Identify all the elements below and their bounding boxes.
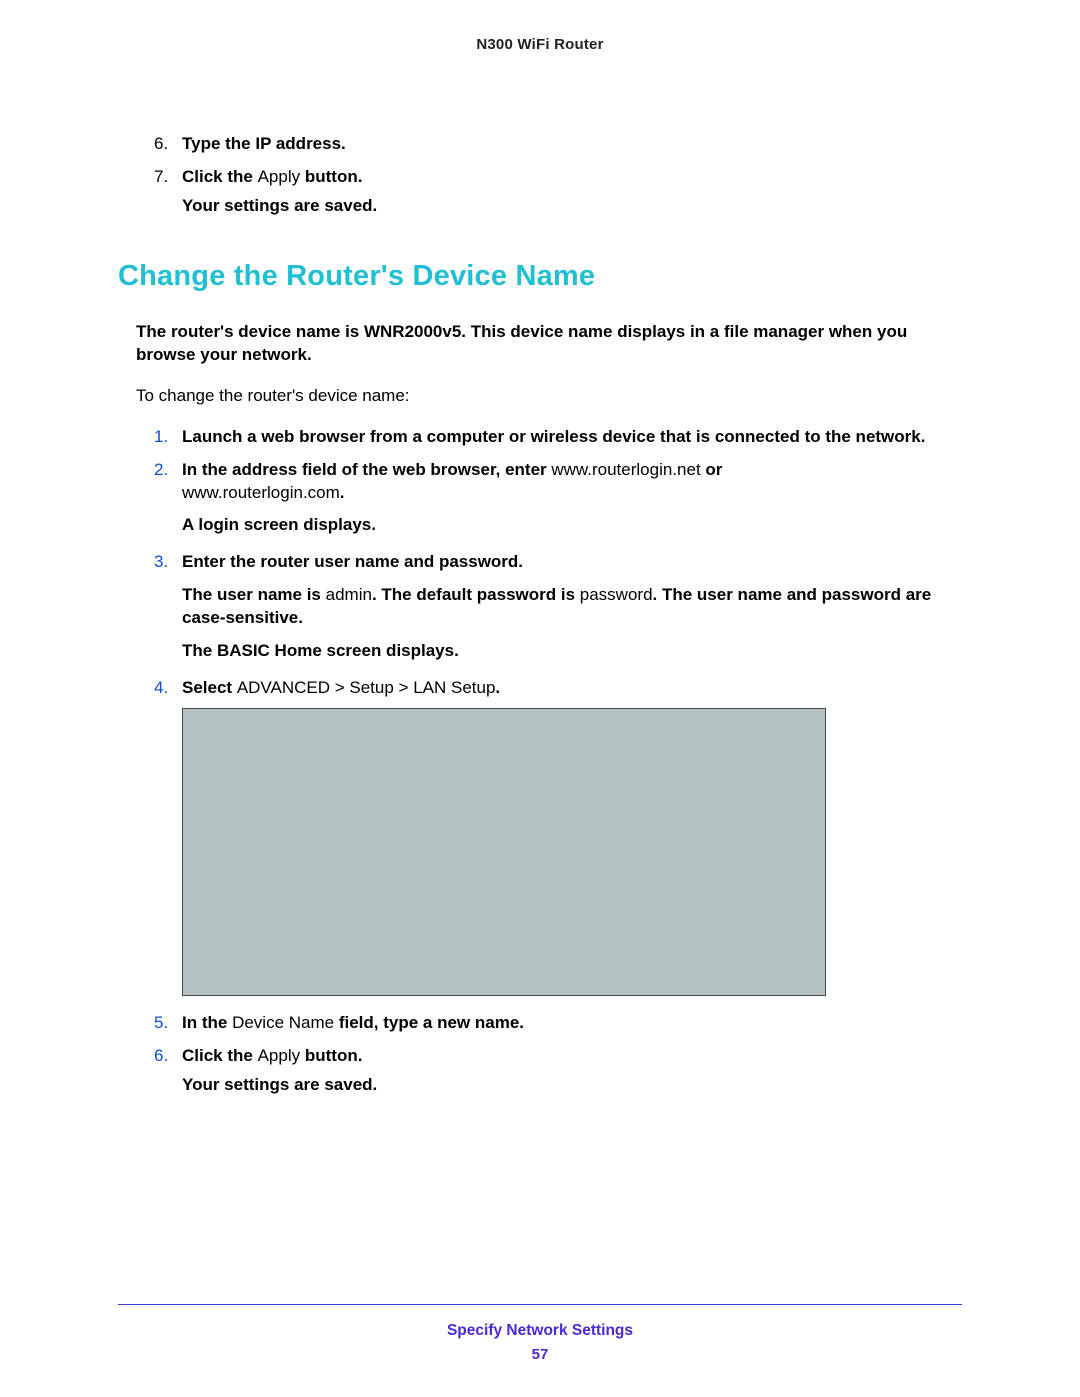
step-text: In the address field of the web browser,… [182, 459, 962, 505]
section-lead: To change the router's device name: [136, 385, 962, 408]
section-intro: The router's device name is WNR2000v5. T… [136, 321, 962, 367]
step-1: 1. Launch a web browser from a computer … [154, 426, 962, 455]
step-number: 6. [154, 1045, 182, 1103]
page-header-product: N300 WiFi Router [118, 36, 962, 53]
continued-step-list: 6. Type the IP address. 7. Click the App… [154, 133, 962, 224]
step-6-top: 6. Type the IP address. [154, 133, 962, 162]
step-number: 7. [154, 166, 182, 224]
step-text: Click the Apply button. [182, 166, 962, 189]
step-text: Enter the router user name and password. [182, 551, 962, 574]
step-4: 4. Select ADVANCED > Setup > LAN Setup. [154, 677, 962, 1008]
step-text: Select ADVANCED > Setup > LAN Setup. [182, 677, 962, 700]
step-5: 5. In the Device Name field, type a new … [154, 1012, 962, 1041]
step-number: 6. [154, 133, 182, 162]
step-number: 2. [154, 459, 182, 544]
step-number: 5. [154, 1012, 182, 1041]
step-number: 1. [154, 426, 182, 455]
screenshot-placeholder [182, 708, 826, 996]
step-result: Your settings are saved. [182, 195, 962, 218]
step-number: 4. [154, 677, 182, 1008]
step-number: 3. [154, 551, 182, 669]
footer-divider [118, 1304, 962, 1305]
section-heading: Change the Router's Device Name [118, 260, 962, 293]
document-page: N300 WiFi Router 6. Type the IP address.… [0, 0, 1080, 1397]
step-text: In the Device Name field, type a new nam… [182, 1012, 962, 1035]
step-result: The BASIC Home screen displays. [182, 640, 962, 663]
procedure-list: 1. Launch a web browser from a computer … [154, 426, 962, 1103]
section-body: The router's device name is WNR2000v5. T… [136, 321, 962, 408]
step-text: Click the Apply button. [182, 1045, 962, 1068]
step-6: 6. Click the Apply button. Your settings… [154, 1045, 962, 1103]
step-text: Launch a web browser from a computer or … [182, 426, 962, 449]
step-7-top: 7. Click the Apply button. Your settings… [154, 166, 962, 224]
step-result: Your settings are saved. [182, 1074, 962, 1097]
step-3: 3. Enter the router user name and passwo… [154, 551, 962, 669]
step-result: A login screen displays. [182, 514, 962, 537]
footer-page-number: 57 [0, 1346, 1080, 1363]
footer-chapter: Specify Network Settings [0, 1322, 1080, 1340]
step-text: Type the IP address. [182, 133, 962, 156]
step-detail: The user name is admin. The default pass… [182, 584, 962, 630]
step-2: 2. In the address field of the web brows… [154, 459, 962, 544]
page-footer: Specify Network Settings 57 [0, 1322, 1080, 1363]
